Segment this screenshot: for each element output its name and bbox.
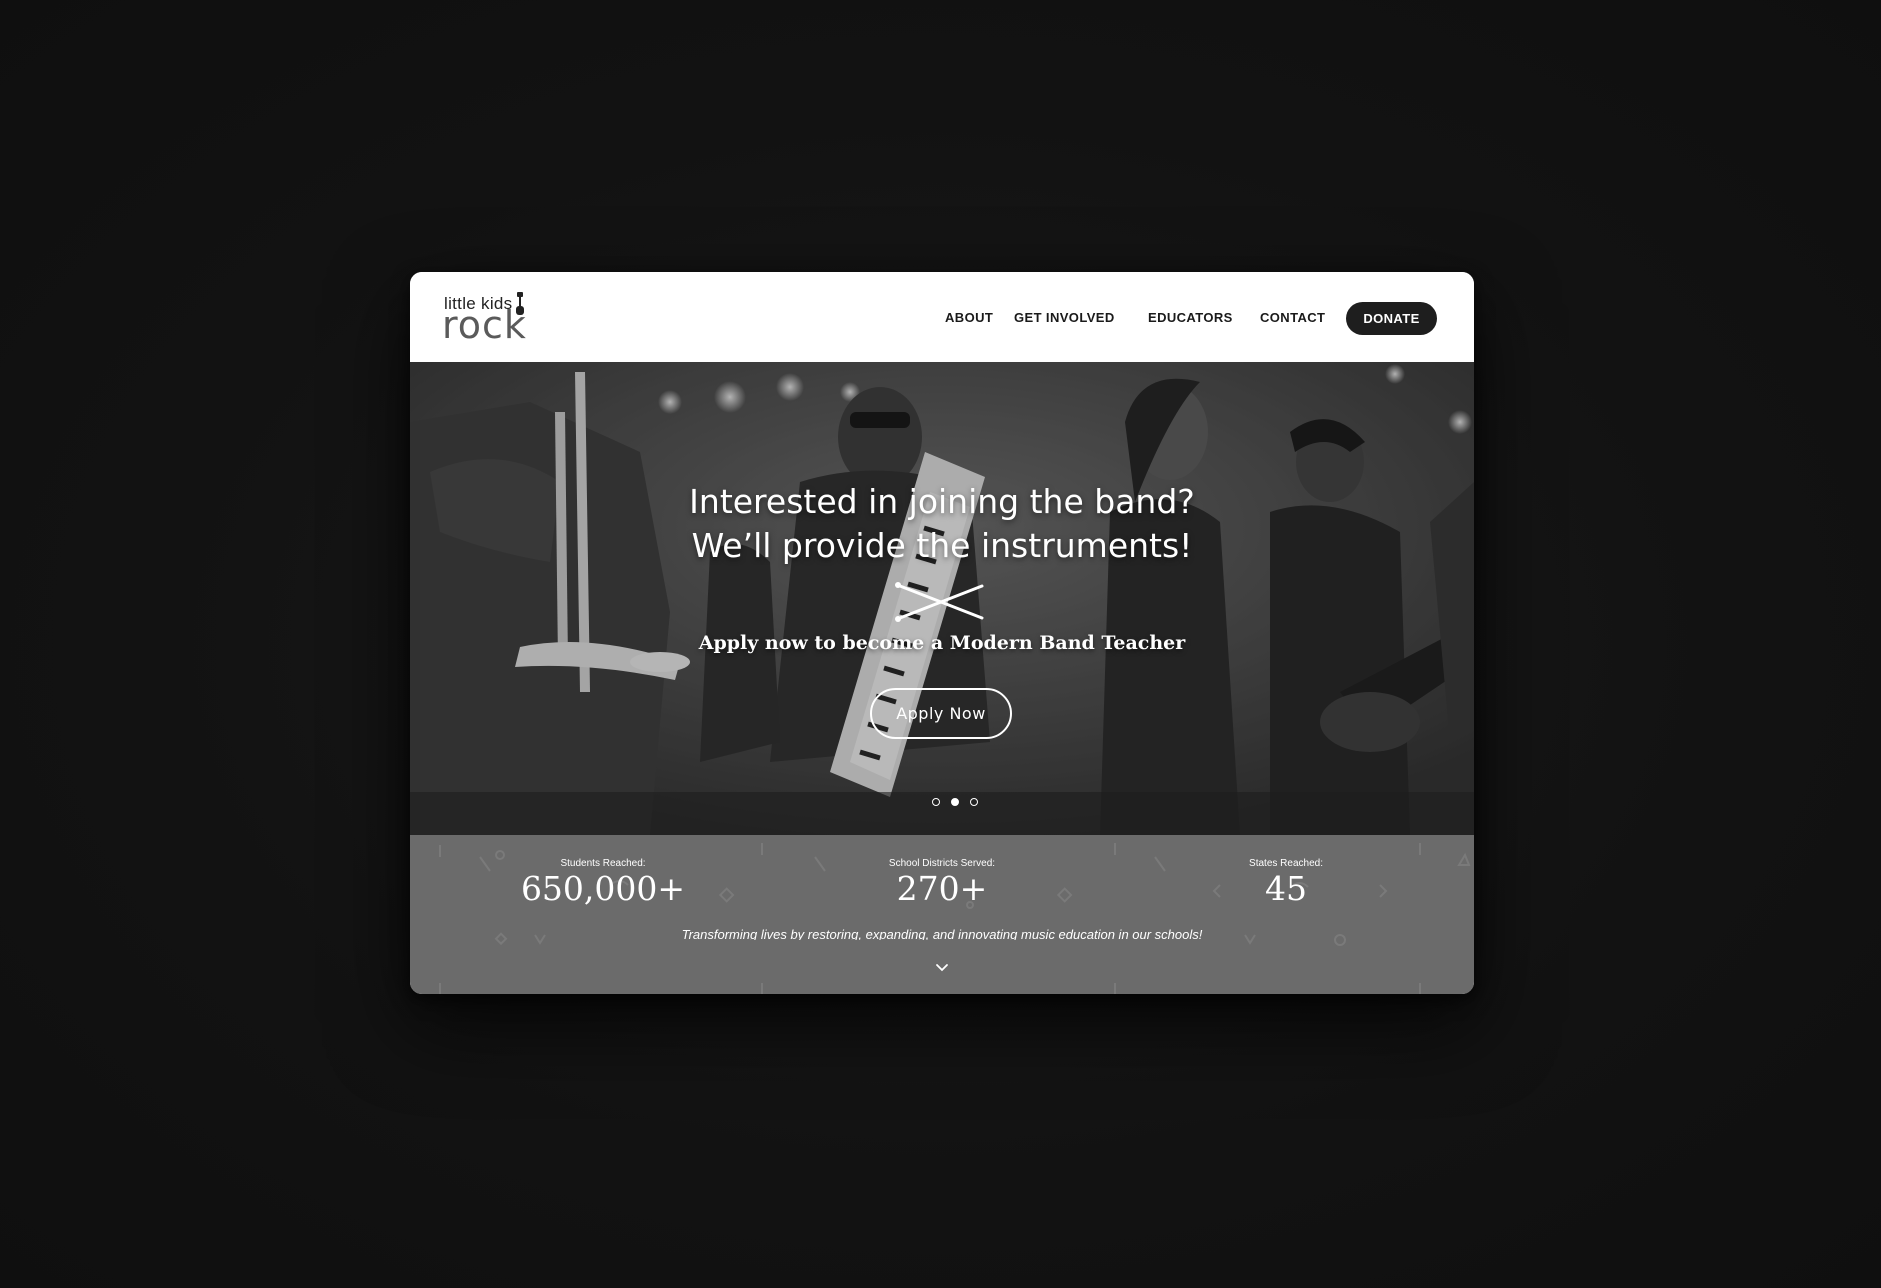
stats-band: Students Reached: 650,000+ School Distri… xyxy=(410,835,1474,994)
chevron-down-icon[interactable] xyxy=(934,963,950,973)
logo-text-big: rock xyxy=(442,303,527,347)
slider-dot-3[interactable] xyxy=(970,798,978,806)
nav-get-involved[interactable]: GET INVOLVED xyxy=(1014,310,1115,325)
stat-states: States Reached: 45 xyxy=(1166,858,1406,908)
slider-dots xyxy=(921,798,978,810)
stat-value: 270+ xyxy=(896,869,988,908)
nav-about[interactable]: ABOUT xyxy=(945,310,993,325)
hero-title: Interested in joining the band? We’ll pr… xyxy=(410,480,1474,568)
site-header: little kids rock ABOUT GET INVOLVED EDUC… xyxy=(410,272,1474,362)
hero-title-line1: Interested in joining the band? xyxy=(689,482,1195,521)
stat-value: 650,000+ xyxy=(520,869,686,908)
hero-title-line2: We’ll provide the instruments! xyxy=(691,526,1193,565)
nav-educators[interactable]: EDUCATORS xyxy=(1148,310,1233,325)
nav-contact[interactable]: CONTACT xyxy=(1260,310,1325,325)
stat-value: 45 xyxy=(1265,869,1307,908)
tagline: Transforming lives by restoring, expandi… xyxy=(681,927,1203,940)
slider-dot-2[interactable] xyxy=(951,798,959,806)
stat-students: Students Reached: 650,000+ xyxy=(483,858,723,908)
browser-window: little kids rock ABOUT GET INVOLVED EDUC… xyxy=(410,272,1474,994)
apply-now-button[interactable]: Apply Now xyxy=(870,688,1012,739)
stat-districts: School Districts Served: 270+ xyxy=(822,858,1062,908)
donate-button[interactable]: DONATE xyxy=(1346,302,1437,335)
crossed-drumsticks-icon xyxy=(895,582,984,622)
site-logo[interactable]: little kids rock xyxy=(442,292,554,347)
hero-slider: Interested in joining the band? We’ll pr… xyxy=(410,362,1474,835)
slider-dot-1[interactable] xyxy=(932,798,940,806)
hero-subtitle: Apply now to become a Modern Band Teache… xyxy=(698,632,1186,654)
